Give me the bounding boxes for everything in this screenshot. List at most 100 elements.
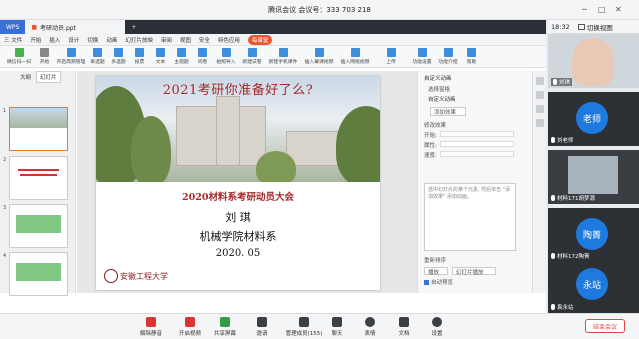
tool-button[interactable]: 新建试卷: [239, 48, 265, 65]
ribbon-tab[interactable]: 安全: [199, 36, 210, 44]
wps-home-tab[interactable]: WPS: [0, 20, 26, 34]
end-meeting-button[interactable]: 结束会议: [585, 319, 625, 333]
tool-button[interactable]: 微信扫一扫: [4, 48, 34, 65]
video-button[interactable]: 开启视频: [170, 317, 210, 337]
participant-name: 材料172陶菁: [551, 252, 590, 260]
reactions-label: 表情: [364, 331, 376, 337]
tool-label: 问卷: [197, 60, 208, 65]
tool-button[interactable]: 投票: [129, 48, 150, 65]
mic-off-icon: [146, 317, 156, 327]
participant-tile[interactable]: 刘琪: [548, 34, 639, 88]
invite-button[interactable]: 邀请: [242, 317, 282, 337]
side-tool-icon[interactable]: [535, 91, 544, 99]
tool-button[interactable]: 主观题: [171, 48, 192, 65]
speed-select[interactable]: [440, 151, 514, 157]
settings-button[interactable]: 设置: [417, 317, 457, 337]
slide[interactable]: 2021考研你准备好了么? 2020材料系考研动员大会 刘 琪 机械学院材料系 …: [96, 76, 380, 290]
ribbon-tab-highlight[interactable]: 每课堂: [247, 34, 273, 45]
multi-choice-icon: [114, 48, 123, 57]
minimize-icon[interactable]: ─: [582, 0, 587, 20]
tab-outline[interactable]: 大纲: [20, 73, 31, 81]
ribbon-tab[interactable]: 动画: [106, 36, 117, 44]
meeting-title: 腾讯会议 会议号：333 703 218: [268, 6, 371, 14]
ribbon-tab[interactable]: 切换: [87, 36, 98, 44]
mooc-video-icon: [314, 48, 324, 57]
slide-canvas: 2021考研你准备好了么? 2020材料系考研动员大会 刘 琪 机械学院材料系 …: [77, 71, 417, 293]
slide-thumbnail[interactable]: 2: [3, 156, 68, 200]
side-tool-icon[interactable]: [535, 105, 544, 113]
wps-home-label: WPS: [6, 23, 20, 31]
slide-thumbnail[interactable]: 1: [3, 107, 68, 151]
ribbon-tab[interactable]: 开始: [30, 36, 41, 44]
participant-name: 刘琪: [551, 78, 573, 86]
participant-tile[interactable]: 陶菁 材料172陶菁: [548, 208, 639, 262]
tool-button[interactable]: 功能介绍: [435, 48, 461, 65]
tool-button[interactable]: 插入网络视频: [337, 48, 373, 65]
camera-off-icon: [185, 317, 195, 327]
participant-name: 材料171胡梦源: [551, 194, 595, 202]
tool-button[interactable]: 功能设置: [409, 48, 435, 65]
ribbon-tab[interactable]: 设计: [68, 36, 79, 44]
document-icon: [399, 317, 409, 327]
select-pane-button[interactable]: 选择窗格: [428, 85, 450, 93]
share-screen-button[interactable]: 共享屏幕: [205, 317, 245, 337]
ribbon-tools: 微信扫一扫 开始 开启高频管理 单选题 多选题 投票 文本 主观题 问卷 拍照导…: [0, 46, 546, 68]
side-tool-icon[interactable]: [535, 77, 544, 85]
tool-button[interactable]: 上传: [373, 48, 409, 65]
tool-button[interactable]: 新建手机课件: [265, 48, 301, 65]
participant-name-text: 材料172陶菁: [557, 254, 590, 260]
help-icon: [467, 48, 476, 57]
ribbon-tab[interactable]: 特色应用: [218, 36, 240, 44]
start-select[interactable]: [440, 131, 514, 137]
vote-icon: [135, 48, 144, 57]
ribbon-tab[interactable]: 幻灯片放映: [125, 36, 153, 44]
animation-list[interactable]: 选中幻灯片的某个元素, 然后单击 "添加效果" 添加动画。: [424, 183, 516, 251]
slide-thumbnail[interactable]: 3: [3, 204, 68, 248]
tool-button[interactable]: 问卷: [192, 48, 213, 65]
tool-label: 拍照导入: [216, 60, 236, 65]
tool-button[interactable]: 开启高频管理: [55, 48, 87, 65]
autopreview-checkbox[interactable]: 自动预览: [424, 278, 453, 286]
tab-slides[interactable]: 幻灯片: [36, 71, 61, 83]
tool-button[interactable]: 开始: [34, 48, 55, 65]
wps-tab-bar: WPS ■ 考研动员.ppt +: [0, 20, 546, 34]
new-tab-button[interactable]: +: [125, 20, 142, 34]
members-icon: [299, 317, 309, 327]
participant-tile[interactable]: 材料171胡梦源: [548, 150, 639, 204]
tool-label: 插入网络视频: [340, 60, 370, 65]
participant-tile[interactable]: 老师 刘老师: [548, 92, 639, 146]
camera-icon: [221, 48, 231, 57]
mic-icon: [553, 79, 557, 85]
property-select[interactable]: [440, 141, 514, 147]
slide-thumbnail-panel: 大纲 幻灯片 1 2 3 4: [0, 71, 76, 296]
video-feed: [572, 38, 614, 86]
side-tool-icon[interactable]: [535, 119, 544, 127]
play-button[interactable]: 播放: [424, 267, 448, 276]
add-effect-button[interactable]: 添加效果: [430, 107, 466, 116]
share-screen-icon: [220, 317, 230, 327]
tool-label: 多选题: [111, 60, 126, 65]
checkbox-icon: [424, 279, 429, 285]
maximize-icon[interactable]: □: [598, 0, 606, 20]
slide-thumbnail[interactable]: 4: [3, 252, 68, 296]
tool-button[interactable]: 帮助: [461, 48, 482, 65]
tool-button[interactable]: 文本: [150, 48, 171, 65]
file-menu[interactable]: 三 文件: [4, 36, 22, 44]
meeting-title-bar: 腾讯会议 会议号：333 703 218 ─ □ ✕: [0, 0, 639, 20]
tool-button[interactable]: 插入幕课视频: [301, 48, 337, 65]
ribbon-tab[interactable]: 视图: [180, 36, 191, 44]
participant-tile[interactable]: 永站 袁永站: [548, 262, 639, 313]
slideshow-button[interactable]: 幻灯片播放: [452, 267, 496, 276]
invite-icon: [257, 317, 267, 327]
video-feed: [568, 156, 618, 194]
tool-button[interactable]: 单选题: [87, 48, 108, 65]
switch-view-button[interactable]: 切换视图: [587, 22, 613, 32]
ribbon-tab[interactable]: 插入: [49, 36, 60, 44]
doc-tab[interactable]: ■ 考研动员.ppt: [25, 20, 126, 34]
tool-button[interactable]: 拍照导入: [213, 48, 239, 65]
ribbon-tab[interactable]: 审阅: [161, 36, 172, 44]
mute-button[interactable]: 解除静音: [131, 317, 171, 337]
gear-icon: [432, 317, 442, 327]
close-icon[interactable]: ✕: [615, 0, 622, 20]
tool-button[interactable]: 多选题: [108, 48, 129, 65]
